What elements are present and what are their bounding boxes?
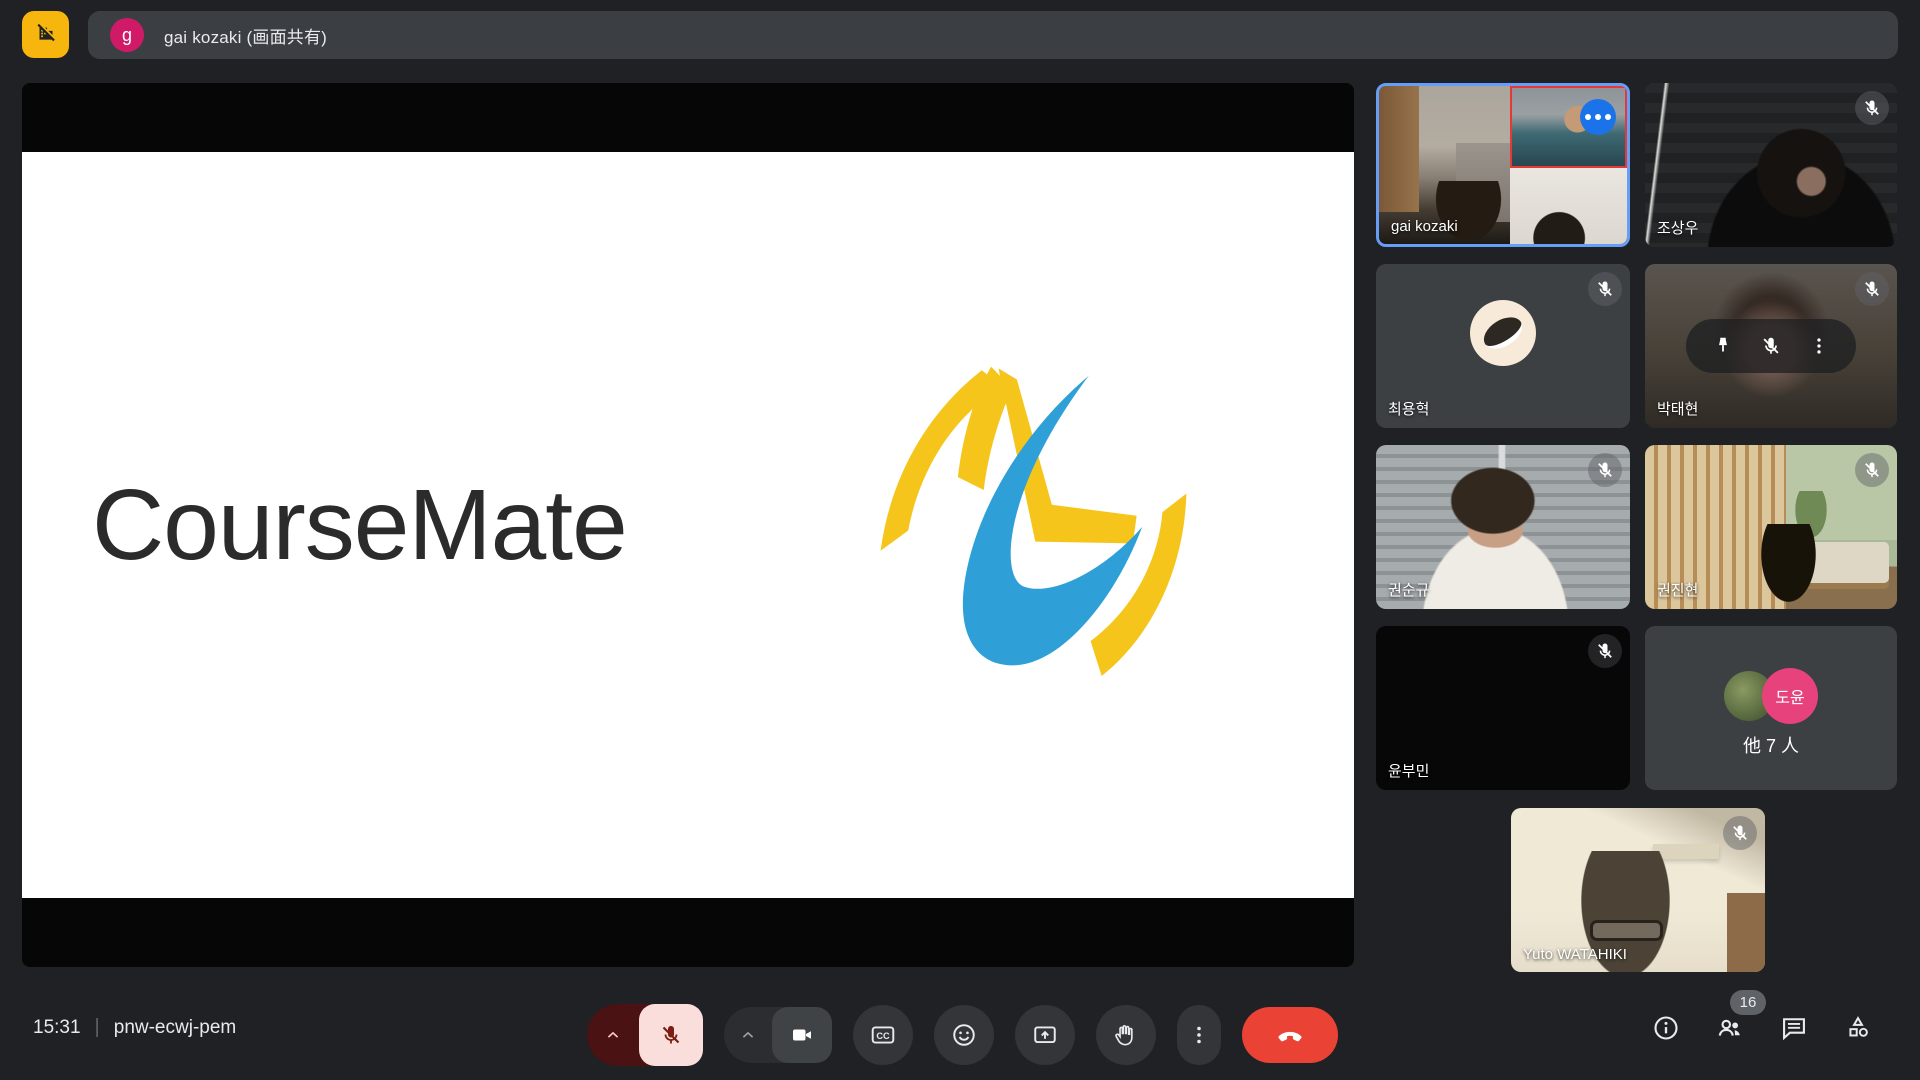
yuto-glasses [1590, 920, 1664, 941]
brand-chip [22, 11, 69, 58]
participant-name: 윤부민 [1388, 760, 1429, 781]
mic-off-icon [1723, 816, 1757, 850]
mute-button[interactable] [1760, 335, 1782, 357]
shared-screen-stage: CourseMate [22, 83, 1354, 967]
call-controls: CC [587, 1000, 1338, 1070]
participant-name: 권진현 [1657, 579, 1698, 600]
participant-name: 권순규 [1388, 579, 1429, 600]
svg-text:CC: CC [876, 1031, 890, 1041]
participant-tile-yuto[interactable]: Yuto WATAHIKI [1511, 808, 1765, 972]
tile-more-options-button[interactable] [1580, 99, 1616, 135]
coursemate-logo-icon [864, 355, 1214, 695]
meta-divider: | [95, 1016, 100, 1039]
mic-toggle-button[interactable] [587, 1004, 703, 1066]
more-options-button[interactable] [1177, 1005, 1221, 1065]
participant-tile-choi[interactable]: 최용혁 [1376, 264, 1630, 428]
presentation-slide: CourseMate [22, 152, 1354, 898]
participant-name: 박태현 [1657, 398, 1698, 419]
raise-hand-button[interactable] [1096, 1005, 1156, 1065]
chat-panel-button[interactable] [1780, 1014, 1808, 1042]
gai-secondary-video [1510, 168, 1627, 244]
participant-tile-park[interactable]: 박태현 [1645, 264, 1897, 428]
cookie-avatar-image [1478, 311, 1527, 355]
avatar [1470, 300, 1536, 366]
avatar: 도윤 [1762, 668, 1818, 724]
camera-options-chevron-icon[interactable] [724, 1025, 772, 1045]
slide-title: CourseMate [92, 468, 627, 583]
tile-hover-controls [1686, 319, 1856, 373]
kwon-j-person [1748, 524, 1829, 609]
captions-button[interactable]: CC [853, 1005, 913, 1065]
participant-tile-kwon-s[interactable]: 권순규 [1376, 445, 1630, 609]
participant-name: 조상우 [1657, 217, 1698, 238]
participant-tile-jo[interactable]: 조상우 [1645, 83, 1897, 247]
participant-name: Yuto WATAHIKI [1523, 946, 1627, 963]
tile-more-options-button[interactable] [1808, 335, 1830, 357]
people-panel-button[interactable] [1716, 1014, 1744, 1042]
gai-person [1419, 181, 1518, 247]
mic-off-icon [1855, 272, 1889, 306]
mic-off-icon [1588, 634, 1622, 668]
bottom-bar: 15:31 | pnw-ecwj-pem [0, 1000, 1920, 1080]
camera-icon [772, 1007, 832, 1063]
participant-count-badge: 16 [1730, 990, 1766, 1015]
no-buildings-icon [33, 19, 59, 50]
overflow-participants-tile[interactable]: 도윤 他 7 人 [1645, 626, 1897, 790]
top-bar: g gai kozaki (画面共有) [0, 0, 1920, 70]
mic-off-icon [639, 1004, 703, 1066]
meeting-meta: 15:31 | pnw-ecwj-pem [33, 1016, 236, 1039]
mic-off-icon [1588, 272, 1622, 306]
mic-off-icon [1855, 453, 1889, 487]
participant-name: gai kozaki [1391, 218, 1458, 235]
reactions-button[interactable] [934, 1005, 994, 1065]
meeting-details-button[interactable] [1652, 1014, 1680, 1042]
participant-tile-gai-kozaki[interactable]: gai kozaki [1376, 83, 1630, 247]
participant-name: 최용혁 [1388, 398, 1429, 419]
end-call-button[interactable] [1242, 1007, 1338, 1063]
side-panel-buttons: 16 [1652, 1014, 1872, 1042]
gai-wardrobe [1379, 86, 1419, 212]
mic-options-chevron-icon[interactable] [587, 1025, 639, 1045]
participant-tile-kwon-j[interactable]: 권진현 [1645, 445, 1897, 609]
pin-button[interactable] [1712, 335, 1734, 357]
participant-tile-yoon[interactable]: 윤부민 [1376, 626, 1630, 790]
meeting-code: pnw-ecwj-pem [114, 1017, 236, 1039]
meet-window: g gai kozaki (画面共有) CourseMate [0, 0, 1920, 1080]
overflow-count-label: 他 7 人 [1645, 732, 1897, 758]
mic-off-icon [1588, 453, 1622, 487]
presenter-avatar: g [110, 18, 144, 52]
presenter-label: gai kozaki (画面共有) [164, 23, 327, 48]
mic-off-icon [1855, 91, 1889, 125]
clock-time: 15:31 [33, 1017, 81, 1039]
presenter-banner[interactable]: g gai kozaki (画面共有) [88, 11, 1898, 59]
camera-toggle-button[interactable] [724, 1007, 832, 1063]
activities-panel-button[interactable] [1844, 1014, 1872, 1042]
yuto-door [1727, 893, 1765, 972]
present-screen-button[interactable] [1015, 1005, 1075, 1065]
overflow-avatars: 도윤 [1724, 668, 1818, 724]
